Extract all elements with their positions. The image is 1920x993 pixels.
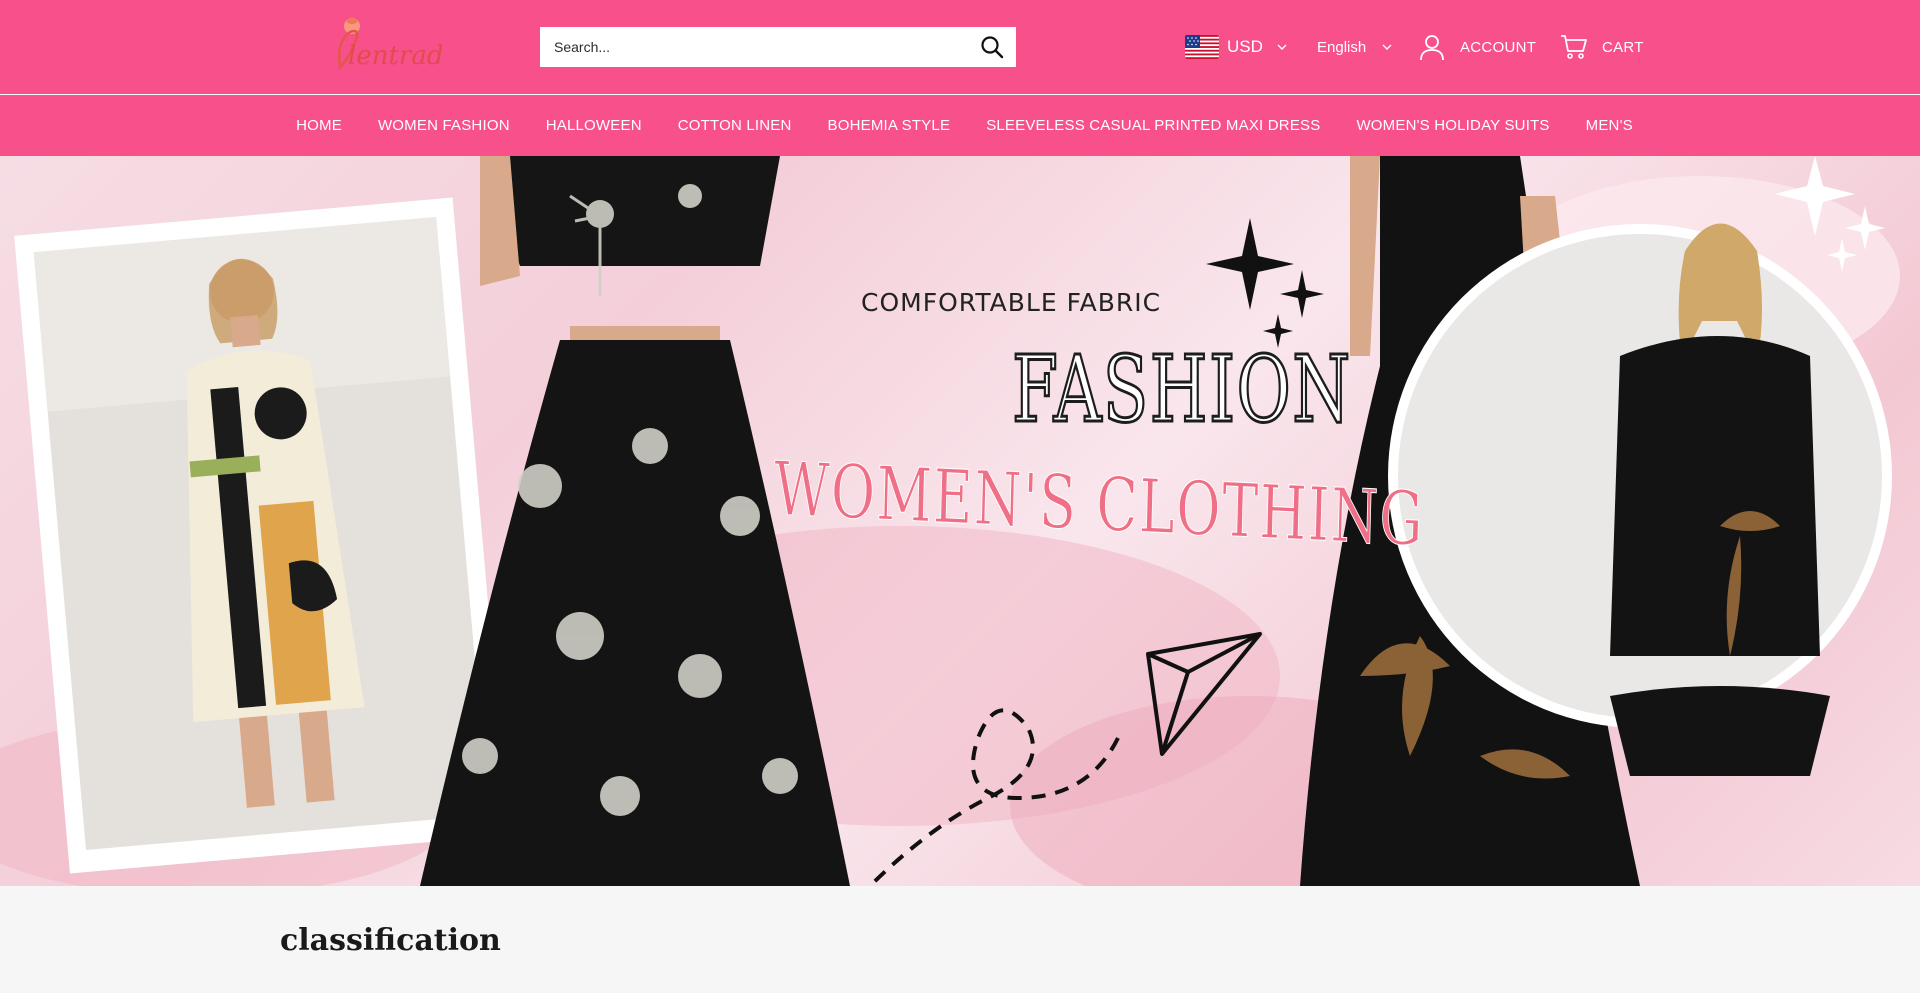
- classification-heading: classification: [280, 923, 501, 958]
- nav-link-women-fashion[interactable]: WOMEN FASHION: [378, 117, 510, 134]
- nav-item-women-fashion: WOMEN FASHION: [378, 117, 510, 135]
- hero-banner[interactable]: COMFORTABLE FABRIC FASHION WOMEN'S CLOTH…: [0, 156, 1920, 886]
- nav-item-mens: MEN'S: [1586, 117, 1633, 135]
- logo-image: lentradler: [337, 17, 481, 71]
- language-selector[interactable]: English: [1317, 30, 1392, 64]
- nav-item-bohemia-style: BOHEMIA STYLE: [828, 117, 951, 135]
- hero-headline: FASHION: [1011, 335, 1352, 445]
- nav-link-bohemia-style[interactable]: BOHEMIA STYLE: [828, 117, 951, 134]
- hero-tagline: COMFORTABLE FABRIC: [861, 288, 1162, 317]
- search-bar: [540, 27, 1016, 67]
- search-icon: [981, 36, 1004, 59]
- nav-link-halloween[interactable]: HALLOWEEN: [546, 117, 642, 134]
- nav-link-holiday-suits[interactable]: WOMEN'S HOLIDAY SUITS: [1356, 117, 1549, 134]
- main-navigation: HOME WOMEN FASHION HALLOWEEN COTTON LINE…: [0, 95, 1920, 156]
- account-label: ACCOUNT: [1460, 38, 1537, 56]
- nav-item-cotton-linen: COTTON LINEN: [678, 117, 792, 135]
- search-input[interactable]: [540, 27, 968, 67]
- cart-icon: [1561, 35, 1587, 59]
- store-logo[interactable]: lentradler: [318, 12, 481, 82]
- chevron-down-icon: [1382, 44, 1392, 50]
- cart-link[interactable]: CART: [1560, 30, 1644, 64]
- chevron-down-icon: [1277, 44, 1287, 50]
- nav-item-sleeveless-maxi: SLEEVELESS CASUAL PRINTED MAXI DRESS: [986, 117, 1320, 135]
- account-link[interactable]: ACCOUNT: [1418, 30, 1536, 64]
- us-flag-icon: [1185, 35, 1219, 59]
- nav-list: HOME WOMEN FASHION HALLOWEEN COTTON LINE…: [287, 117, 1633, 135]
- nav-link-cotton-linen[interactable]: COTTON LINEN: [678, 117, 792, 134]
- user-icon: [1420, 35, 1444, 61]
- language-label: English: [1317, 38, 1367, 56]
- nav-item-home: HOME: [296, 117, 342, 135]
- nav-link-mens[interactable]: MEN'S: [1586, 117, 1633, 134]
- cart-label: CART: [1602, 38, 1644, 56]
- nav-link-sleeveless-maxi[interactable]: SLEEVELESS CASUAL PRINTED MAXI DRESS: [986, 117, 1320, 134]
- currency-selector[interactable]: USD: [1185, 30, 1287, 64]
- nav-link-home[interactable]: HOME: [296, 117, 342, 134]
- nav-item-halloween: HALLOWEEN: [546, 117, 642, 135]
- currency-label: USD: [1227, 37, 1263, 56]
- nav-item-holiday-suits: WOMEN'S HOLIDAY SUITS: [1356, 117, 1549, 135]
- top-header: lentradler: [0, 0, 1920, 94]
- sparkle-stars: [1206, 218, 1324, 348]
- photo-frame-left: [14, 197, 509, 874]
- search-button[interactable]: [968, 27, 1016, 67]
- svg-text:lentradler: lentradler: [348, 41, 442, 71]
